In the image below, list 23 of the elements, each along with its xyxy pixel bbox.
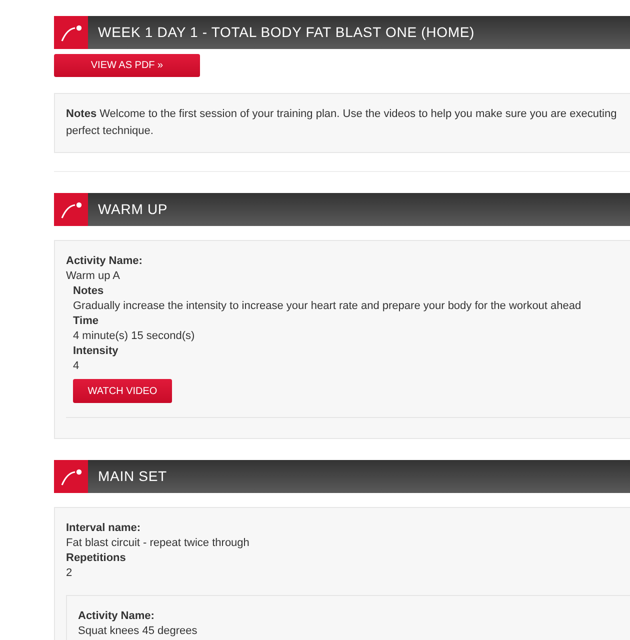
field-value: Squat knees 45 degrees <box>78 624 198 639</box>
logo-icon <box>54 460 88 493</box>
logo-icon <box>54 193 88 226</box>
field-label: Repetitions <box>66 551 127 566</box>
field-label: Activity Name: <box>78 609 156 624</box>
field-value: Fat blast circuit - repeat twice through <box>66 536 250 551</box>
section-title: WEEK 1 DAY 1 - TOTAL BODY FAT BLAST ONE (HOME) <box>98 23 475 42</box>
notes-text: Notes Welcome to the first session of your training plan. Use the videos to help you make sure you are executing perfect technique. <box>66 107 618 139</box>
field-label: Activity Name: <box>66 254 144 269</box>
watch-video-button[interactable]: WATCH VIDEO <box>73 379 172 403</box>
field-value: 4 minute(s) 15 second(s) <box>73 329 196 344</box>
field-label: Interval name: <box>66 521 142 536</box>
field-value: 2 <box>66 566 74 581</box>
logo-icon <box>54 16 88 49</box>
pdf-button[interactable]: VIEW AS PDF » <box>54 54 200 77</box>
section-title: MAIN SET <box>98 467 167 486</box>
field-value: Gradually increase the intensity to increase your heart rate and prepare your body for the workout ahead <box>73 299 582 314</box>
field-label: Intensity <box>73 344 120 359</box>
field-label: Time <box>73 314 100 329</box>
field-label: Notes <box>73 284 105 299</box>
field-value: Warm up A <box>66 269 121 284</box>
field-value: 4 <box>73 359 80 374</box>
section-title: WARM UP <box>98 200 168 219</box>
